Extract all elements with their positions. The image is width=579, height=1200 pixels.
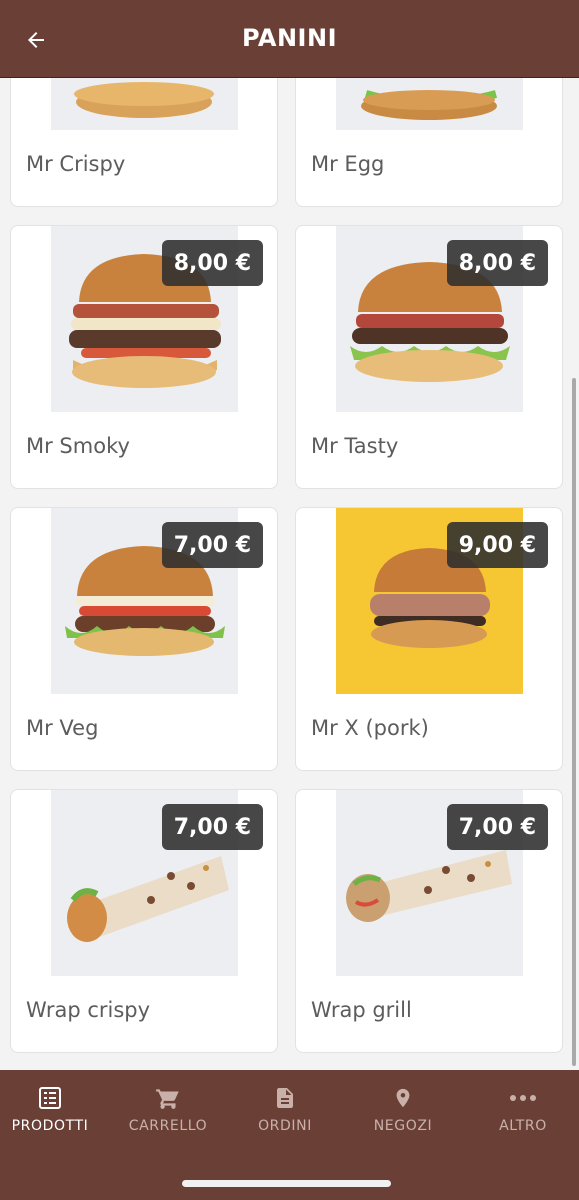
price-badge: 8,00 € bbox=[446, 240, 548, 286]
location-pin-icon bbox=[389, 1084, 417, 1112]
cart-icon bbox=[154, 1084, 182, 1112]
arrow-left-icon bbox=[28, 32, 44, 48]
nav-label: NEGOZI bbox=[373, 1118, 433, 1134]
price-badge: 7,00 € bbox=[161, 522, 263, 568]
back-button[interactable] bbox=[18, 22, 54, 58]
nav-label: CARRELLO bbox=[128, 1118, 208, 1134]
product-card-mr-egg[interactable]: Mr Egg bbox=[295, 78, 563, 207]
price-badge: 9,00 € bbox=[446, 522, 548, 568]
price-badge: 7,00 € bbox=[161, 804, 263, 850]
product-card-mr-x-pork[interactable]: 9,00 € Mr X (pork) bbox=[295, 507, 563, 771]
product-card-mr-smoky[interactable]: 8,00 € Mr Smoky bbox=[10, 225, 278, 489]
app-header: PANINI bbox=[0, 0, 579, 78]
scrollbar[interactable] bbox=[572, 378, 576, 1066]
product-name: Mr Veg bbox=[26, 716, 99, 740]
product-name: Mr Tasty bbox=[311, 434, 399, 458]
nav-label: PRODOTTI bbox=[11, 1118, 89, 1134]
nav-item-carrello[interactable]: CARRELLO bbox=[110, 1084, 226, 1144]
price-badge: 7,00 € bbox=[446, 804, 548, 850]
product-name: Mr Egg bbox=[311, 152, 385, 176]
list-icon bbox=[36, 1084, 64, 1112]
product-card-mr-tasty[interactable]: 8,00 € Mr Tasty bbox=[295, 225, 563, 489]
document-icon bbox=[271, 1084, 299, 1112]
product-name: Mr Crispy bbox=[26, 152, 126, 176]
home-indicator[interactable] bbox=[182, 1180, 391, 1187]
product-card-wrap-crispy[interactable]: 7,00 € Wrap crispy bbox=[10, 789, 278, 1053]
nav-item-prodotti[interactable]: PRODOTTI bbox=[0, 1084, 108, 1144]
product-image bbox=[336, 78, 523, 130]
product-name: Mr X (pork) bbox=[311, 716, 429, 740]
product-card-wrap-grill[interactable]: 7,00 € Wrap grill bbox=[295, 789, 563, 1053]
product-list[interactable]: Mr Crispy Mr Egg 8,00 € Mr Smoky 8,00 € … bbox=[0, 78, 579, 1070]
product-image bbox=[51, 78, 238, 130]
product-name: Wrap crispy bbox=[26, 998, 151, 1022]
nav-item-negozi[interactable]: NEGOZI bbox=[345, 1084, 461, 1144]
nav-label: ORDINI bbox=[258, 1118, 312, 1134]
product-card-mr-crispy[interactable]: Mr Crispy bbox=[10, 78, 278, 207]
nav-item-altro[interactable]: ALTRO bbox=[465, 1084, 579, 1144]
nav-item-ordini[interactable]: ORDINI bbox=[227, 1084, 343, 1144]
more-dots-icon bbox=[509, 1084, 537, 1112]
price-badge: 8,00 € bbox=[161, 240, 263, 286]
product-card-mr-veg[interactable]: 7,00 € Mr Veg bbox=[10, 507, 278, 771]
nav-label: ALTRO bbox=[499, 1118, 547, 1134]
product-name: Wrap grill bbox=[311, 998, 412, 1022]
product-name: Mr Smoky bbox=[26, 434, 130, 458]
page-title: PANINI bbox=[242, 23, 337, 52]
